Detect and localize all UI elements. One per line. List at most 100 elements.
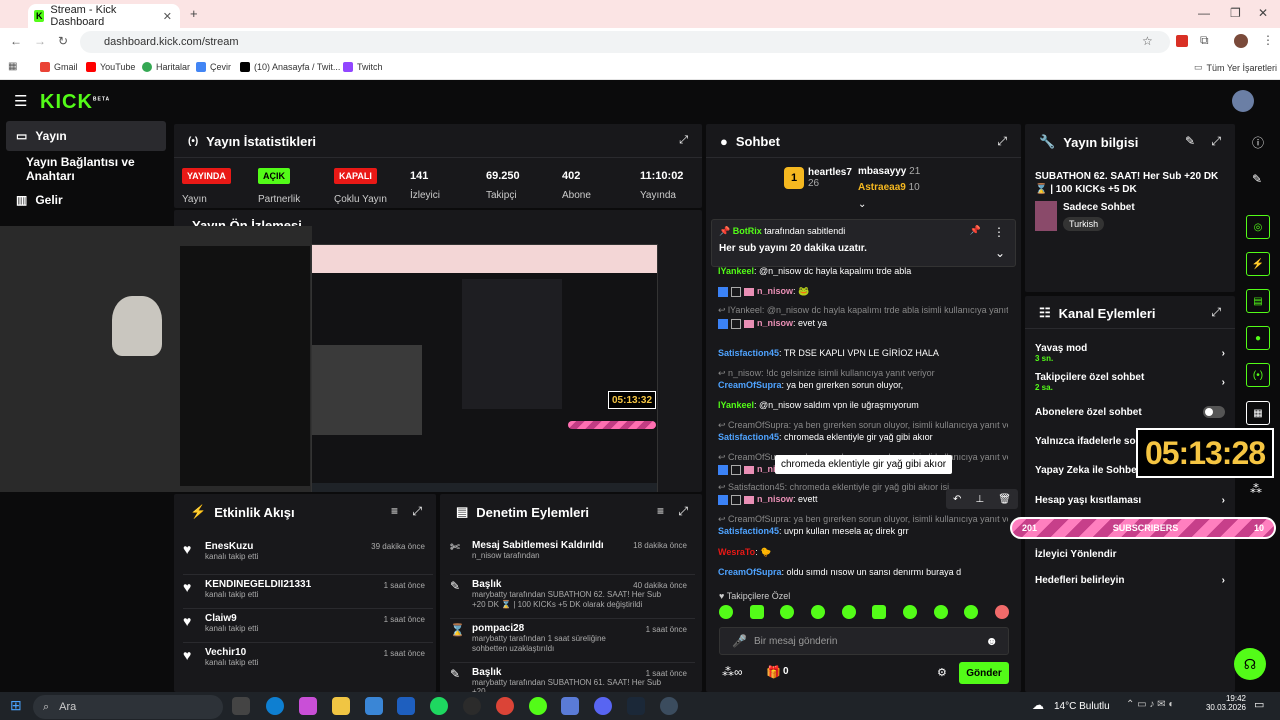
chat-username[interactable]: CreamOfSupra <box>718 567 782 577</box>
action-account-age[interactable]: Hesap yaşı kısıtlaması › <box>1035 495 1225 506</box>
quick-action-icon[interactable]: ◎ <box>1246 215 1270 239</box>
bookmark-translate[interactable]: Çevir <box>196 62 231 72</box>
windows-start-icon[interactable]: ⊞ <box>10 697 22 714</box>
weather-label[interactable]: 14°C Bulutlu <box>1054 701 1110 712</box>
app-icon[interactable] <box>561 697 579 715</box>
reload-icon[interactable]: ↻ <box>58 34 68 48</box>
chat-message[interactable]: ↩ lYankeel: @n_nisow dc hayla kapalımı t… <box>718 305 1008 316</box>
app-icon[interactable] <box>660 697 678 715</box>
chevron-down-icon[interactable]: ⌄ <box>858 199 866 210</box>
microphone-icon[interactable]: 🎤 <box>732 634 747 648</box>
edit-pencil-icon[interactable]: ✎ <box>1185 134 1195 148</box>
emote-icon[interactable] <box>749 605 764 619</box>
chat-message[interactable]: ↩ CreamOfSupra: ya ben gırerken sorun ol… <box>718 514 1008 525</box>
emoji-icon[interactable]: ☻ <box>985 634 998 648</box>
obs-icon[interactable] <box>463 697 481 715</box>
close-window-icon[interactable]: ✕ <box>1258 6 1268 20</box>
url-input[interactable]: dashboard.kick.com/stream <box>80 31 1170 53</box>
nav-item-stream-key[interactable]: Yayın Bağlantısı ve Anahtarı <box>6 154 176 184</box>
chat-message[interactable]: lYankeel: @n_nisow dc hayla kapalımı trd… <box>718 266 1008 276</box>
taskbar-clock[interactable]: 19:42 30.03.2026 <box>1204 694 1246 712</box>
close-tab-icon[interactable]: ✕ <box>163 10 172 23</box>
bookmark-star-icon[interactable]: ☆ <box>1142 34 1153 48</box>
emote-icon[interactable] <box>902 605 917 619</box>
unpin-icon[interactable]: 📌 <box>970 225 981 236</box>
kick-logo[interactable]: KICKBETA <box>40 91 110 114</box>
emote-icon[interactable] <box>810 605 825 619</box>
chat-message[interactable]: lYankeel: @n_nisow saldım vpn ile uğraşm… <box>718 400 1008 410</box>
profile-avatar[interactable] <box>1234 34 1248 48</box>
chat-username[interactable]: n_nisow <box>757 494 793 504</box>
action-raid[interactable]: İzleyici Yönlendir <box>1035 549 1225 560</box>
chat-username[interactable]: Satisfaction45 <box>718 526 779 536</box>
filter-icon[interactable]: ≡ <box>657 504 664 518</box>
browser-tab[interactable]: K Stream - Kick Dashboard ✕ <box>28 4 180 28</box>
chat-username[interactable]: CreamOfSupra <box>718 380 782 390</box>
chat-icon[interactable]: ● <box>1246 326 1270 350</box>
chat-username[interactable]: lYankeel <box>718 400 754 410</box>
emote-icon[interactable] <box>933 605 948 619</box>
forward-icon[interactable]: → <box>34 34 46 48</box>
reply-icon[interactable]: ↶ <box>953 494 961 505</box>
chat-message[interactable]: Satisfaction45: TR DSE KAPLI VPN LE GİRİ… <box>718 348 1008 358</box>
notification-icon[interactable]: ▭ <box>1254 698 1264 711</box>
chat-message[interactable]: ↩ n_nisow: !dc gelsinize isimli kullanıc… <box>718 368 1008 379</box>
apps-grid-icon[interactable]: ▦ <box>8 61 17 72</box>
emote-icon[interactable] <box>719 605 733 619</box>
chevron-down-icon[interactable]: ⌄ <box>995 246 1005 260</box>
more-icon[interactable]: ⋮ <box>993 225 1005 239</box>
infinity-icon[interactable]: ⁂∞ <box>722 665 743 679</box>
taskbar-search[interactable]: ⌕ Ara <box>33 695 223 719</box>
layout-icon[interactable]: ▦ <box>1246 401 1270 425</box>
chat-message[interactable]: Satisfaction45: uvpn kullan mesela aç di… <box>718 526 1008 536</box>
extension-icon[interactable] <box>1176 35 1188 47</box>
bookmark-twitch[interactable]: Twitch <box>343 62 383 72</box>
action-goals[interactable]: Hedefleri belirleyin › <box>1035 575 1225 586</box>
emote-icon[interactable] <box>780 605 795 619</box>
scatter-icon[interactable]: ⁂ <box>1250 482 1262 496</box>
maximize-icon[interactable]: ❐ <box>1230 6 1241 20</box>
chat-username[interactable]: Satisfaction45 <box>718 348 779 358</box>
emote-icon[interactable] <box>872 605 887 619</box>
extensions-puzzle-icon[interactable]: ⧉ <box>1200 33 1209 48</box>
action-followers-only[interactable]: Takipçilere özel sohbet 2 sa. › <box>1035 372 1225 392</box>
top-gifter-3[interactable]: Astraeaa9 10 <box>858 182 920 193</box>
chat-message[interactable]: CreamOfSupra: oldu sımdı nısow un sansı … <box>718 567 1008 577</box>
send-button[interactable]: Gönder <box>959 662 1009 684</box>
action-slow-mode[interactable]: Yavaş mod 3 sn. › <box>1035 343 1225 363</box>
emote-icon[interactable] <box>841 605 856 619</box>
expand-icon[interactable]: ⤢ <box>678 504 688 519</box>
task-view-icon[interactable] <box>232 697 250 715</box>
lightning-icon[interactable]: ⚡ <box>1246 252 1270 276</box>
emote-icon[interactable] <box>994 605 1009 619</box>
chat-message[interactable]: n_nisow: 🐸 <box>718 286 1008 297</box>
nav-item-stream[interactable]: ▭ Yayın <box>6 121 166 151</box>
gift-icon[interactable]: 🎁 <box>766 665 781 679</box>
pinned-message[interactable]: 📌 BotRix tarafından sabitlendi Her sub y… <box>711 219 1016 267</box>
discord-icon[interactable] <box>594 697 612 715</box>
support-headset-icon[interactable]: ☊ <box>1234 648 1266 680</box>
top-gifter-1[interactable]: heartles7 26 <box>808 167 852 189</box>
spotify-icon[interactable] <box>430 697 448 715</box>
chat-input[interactable]: 🎤 Bir mesaj gönderin ☻ <box>719 627 1009 655</box>
top-gifter-2[interactable]: mbasayyy 21 <box>858 166 920 177</box>
minimize-icon[interactable]: — <box>1198 6 1210 20</box>
bookmark-maps[interactable]: Haritalar <box>142 62 190 72</box>
kick-app-icon[interactable] <box>529 697 547 715</box>
chrome-icon[interactable] <box>496 697 514 715</box>
chat-message[interactable]: ↩ CreamOfSupra: ya ben gırerken sorun ol… <box>718 420 1008 431</box>
back-icon[interactable]: ← <box>10 34 22 48</box>
chat-message[interactable]: Satisfaction45: chromeda eklentiyle gir … <box>718 432 1008 442</box>
chat-message[interactable]: n_nisow: evet ya <box>718 318 1008 329</box>
hamburger-menu-icon[interactable]: ☰ <box>14 92 27 110</box>
copilot-icon[interactable] <box>299 697 317 715</box>
chat-username[interactable]: WesraTo <box>718 547 755 557</box>
expand-icon[interactable]: ⤢ <box>1211 305 1221 320</box>
bookmark-x[interactable]: (10) Anasayfa / Twit... <box>240 62 340 72</box>
new-tab-icon[interactable]: + <box>190 6 198 21</box>
steam-icon[interactable] <box>627 697 645 715</box>
expand-icon[interactable]: ⤢ <box>997 134 1007 149</box>
trash-icon[interactable]: 🗑 <box>998 494 1011 505</box>
menu-dots-icon[interactable]: ⋮ <box>1262 33 1274 47</box>
bookmark-youtube[interactable]: YouTube <box>86 62 135 72</box>
